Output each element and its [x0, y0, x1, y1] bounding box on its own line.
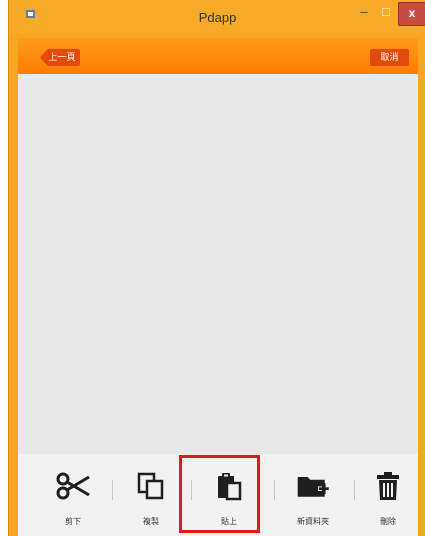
- content-area: [18, 74, 418, 454]
- back-button[interactable]: 上一頁: [40, 49, 80, 66]
- cut-button[interactable]: 剪下: [33, 454, 113, 536]
- new-folder-icon: [295, 470, 331, 502]
- new-folder-button[interactable]: 新資料夾: [273, 454, 353, 536]
- copy-icon: [133, 470, 169, 502]
- close-button[interactable]: x: [398, 2, 425, 26]
- app-header-bar: 上一頁 取消: [18, 38, 418, 74]
- delete-button[interactable]: 刪除: [348, 454, 425, 536]
- delete-label: 刪除: [380, 517, 396, 526]
- paste-highlight-box: [179, 455, 260, 533]
- cut-label: 剪下: [65, 517, 81, 526]
- title-bar: Pdapp – □ x: [9, 0, 425, 34]
- maximize-button[interactable]: □: [375, 2, 397, 24]
- new-folder-label: 新資料夾: [297, 517, 329, 526]
- copy-label: 複製: [143, 517, 159, 526]
- scissors-icon: [55, 470, 91, 502]
- cancel-button[interactable]: 取消: [370, 49, 409, 66]
- trash-icon: [370, 470, 406, 502]
- minimize-button[interactable]: –: [353, 2, 375, 24]
